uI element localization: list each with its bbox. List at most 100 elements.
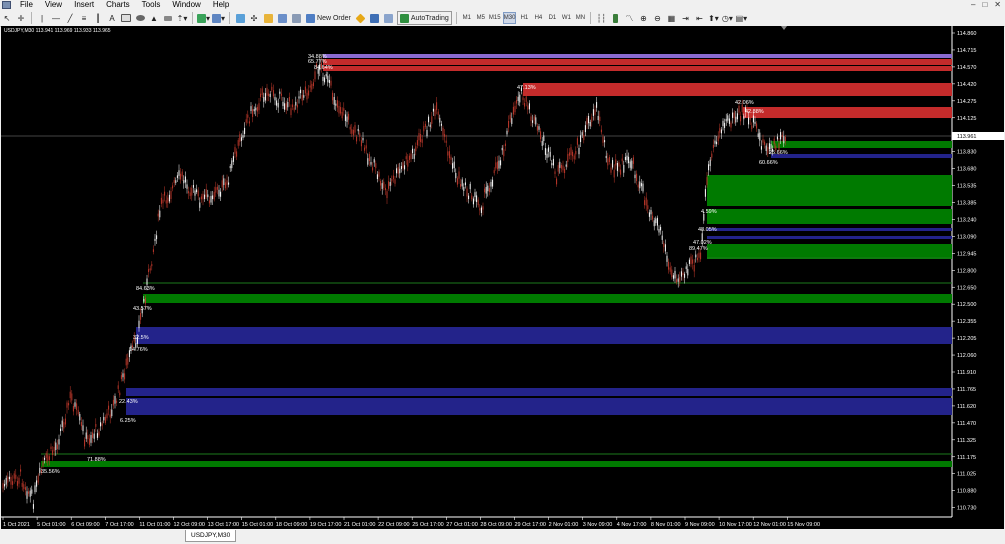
candle-body <box>637 184 639 188</box>
chart-tab-usdjpy-m30[interactable]: USDJPY,M30 <box>185 530 237 542</box>
new-order-button[interactable]: New Order <box>304 12 353 24</box>
candle-body <box>245 119 247 123</box>
candle-body <box>82 425 84 432</box>
ellipse-icon[interactable] <box>134 12 146 24</box>
candle-body <box>428 116 430 123</box>
candle-body <box>765 145 767 152</box>
timeframe-h4[interactable]: H4 <box>532 12 544 24</box>
zoom-out-icon[interactable]: ⊖ <box>651 12 663 24</box>
time-tick-label: 2 Nov 01:00 <box>549 522 579 528</box>
triangle-icon[interactable]: ▲ <box>148 12 160 24</box>
candle-body <box>15 474 17 479</box>
candle-body <box>301 94 303 101</box>
candle-body <box>116 400 118 403</box>
chart-canvas[interactable]: 34.88%65.77%84.64%47.13%42.06%42.88%25.6… <box>1 26 1004 529</box>
candle-body <box>23 484 25 489</box>
time-tick-label: 8 Nov 01:00 <box>651 522 681 528</box>
candle-body <box>280 93 282 96</box>
timeframe-w1[interactable]: W1 <box>560 12 572 24</box>
candle-body <box>341 111 343 119</box>
level-percent-label: 6.25% <box>120 418 136 424</box>
indicators-icon[interactable]: ⬆▾ <box>707 12 719 24</box>
candle-body <box>455 173 457 179</box>
navigator-icon[interactable] <box>262 12 274 24</box>
new-chart-icon[interactable]: ▾ <box>197 12 210 24</box>
candle-body <box>370 161 372 165</box>
candle-body <box>63 422 65 429</box>
candle-body <box>260 93 262 97</box>
candle-body <box>391 178 393 182</box>
line-chart-icon[interactable]: 〽 <box>623 12 635 24</box>
candle-body <box>725 118 727 122</box>
timeframe-m5[interactable]: M5 <box>475 12 487 24</box>
menu-tools[interactable]: Tools <box>136 0 167 10</box>
price-tick-label: 113.240 <box>957 217 976 223</box>
candle-body <box>69 391 71 399</box>
candle-body <box>508 120 510 128</box>
candle-body <box>724 122 726 128</box>
price-tick-label: 113.090 <box>957 234 976 240</box>
timeframe-m30[interactable]: M30 <box>502 12 517 24</box>
templates-icon[interactable]: ▤▾ <box>735 12 748 24</box>
price-chart[interactable]: 34.88% 65.77% 84.64% 47.13% 42.06% 42.88% 25.6… <box>1 26 1004 529</box>
autotrading-button[interactable]: AutoTrading <box>396 11 452 25</box>
candlestick-icon[interactable] <box>609 12 621 24</box>
candle-body <box>288 96 290 102</box>
maximize-button[interactable]: □ <box>982 0 987 10</box>
signals-icon[interactable] <box>383 12 395 24</box>
candle-body <box>109 414 111 418</box>
candle-body <box>532 120 534 123</box>
menu-view[interactable]: View <box>39 0 68 10</box>
profiles-icon[interactable]: ▾ <box>212 12 225 24</box>
data-window-icon[interactable]: ✣ <box>248 12 260 24</box>
timeframe-m15[interactable]: M15 <box>489 12 501 24</box>
menu-window[interactable]: Window <box>166 0 206 10</box>
candle-body <box>452 163 454 169</box>
candle-body <box>472 198 474 205</box>
chart-shift-icon[interactable]: ⇤ <box>693 12 705 24</box>
text-icon[interactable]: A <box>106 12 118 24</box>
autoscroll-icon[interactable]: ⇥ <box>679 12 691 24</box>
candle-body <box>687 269 689 276</box>
rectangle-icon[interactable] <box>120 12 132 24</box>
market-watch-icon[interactable] <box>234 12 246 24</box>
terminal-icon[interactable] <box>276 12 288 24</box>
candle-body <box>431 116 433 124</box>
bar-chart-icon[interactable]: ┆┆ <box>595 12 607 24</box>
minimize-button[interactable]: – <box>971 0 975 10</box>
candle-body <box>613 169 615 178</box>
trendline-icon[interactable]: ╱ <box>64 12 76 24</box>
vertical-line-icon[interactable]: | <box>36 12 48 24</box>
candle-body <box>429 124 431 127</box>
close-button[interactable]: ✕ <box>994 0 1001 10</box>
candle-body <box>474 192 476 198</box>
channel-icon[interactable]: ≡ <box>78 12 90 24</box>
arrows-menu-icon[interactable]: ⇡▾ <box>176 12 188 24</box>
timeframe-mn[interactable]: MN <box>574 12 586 24</box>
level-percent-label: 35.56% <box>41 469 60 475</box>
menu-charts[interactable]: Charts <box>100 0 136 10</box>
candle-body <box>556 178 558 185</box>
timeframe-m1[interactable]: M1 <box>461 12 473 24</box>
periods-icon[interactable]: ◷▾ <box>721 12 733 24</box>
tester-icon[interactable] <box>290 12 302 24</box>
candle-body <box>152 249 154 252</box>
arrow-shape-icon[interactable] <box>162 12 174 24</box>
metaeditor-icon[interactable] <box>355 12 367 24</box>
menu-help[interactable]: Help <box>207 0 235 10</box>
menu-insert[interactable]: Insert <box>68 0 100 10</box>
menu-file[interactable]: File <box>14 0 39 10</box>
candle-body <box>37 475 39 483</box>
fibonacci-icon[interactable]: ┃ <box>92 12 104 24</box>
cursor-icon[interactable]: ↖ <box>1 12 13 24</box>
app-icon[interactable] <box>2 1 11 9</box>
market-icon[interactable] <box>369 12 381 24</box>
zoom-in-icon[interactable]: ⊕ <box>637 12 649 24</box>
timeframe-d1[interactable]: D1 <box>546 12 558 24</box>
timeframe-h1[interactable]: H1 <box>518 12 530 24</box>
horizontal-line-icon[interactable]: — <box>50 12 62 24</box>
candle-body <box>290 108 292 116</box>
candle-body <box>432 108 434 112</box>
tile-windows-icon[interactable]: ▦ <box>665 12 677 24</box>
crosshair-icon[interactable]: ✛ <box>15 12 27 24</box>
